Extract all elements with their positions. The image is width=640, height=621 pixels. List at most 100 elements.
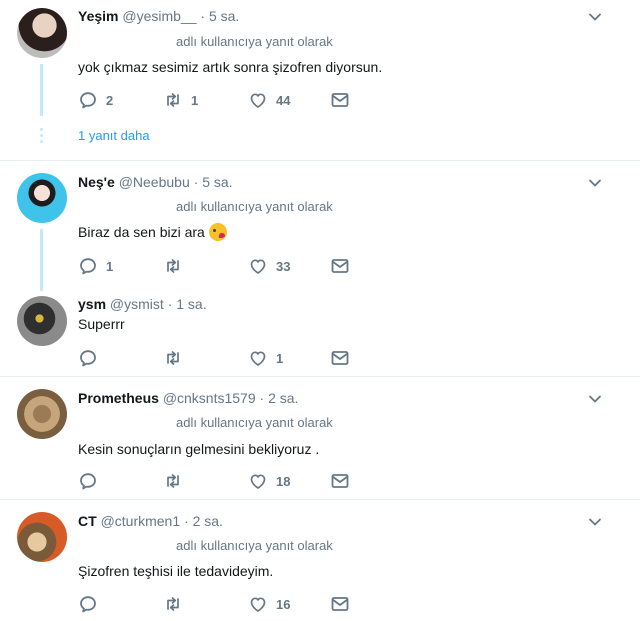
retweet-button[interactable]: 1 [163,90,198,110]
reply-button[interactable] [78,594,106,614]
user-name[interactable]: Yeşim [78,8,118,24]
chevron-down-icon[interactable] [588,515,602,529]
reply-button[interactable] [78,471,106,491]
like-button[interactable]: 33 [248,256,290,276]
reply-context[interactable]: adlı kullanıcıya yanıt olarak [176,34,333,49]
user-handle[interactable]: @cturkmen1 [101,513,181,529]
reply-icon [78,90,98,110]
avatar[interactable] [17,512,67,562]
retweet-icon [163,90,183,110]
tweet-actions: 2 1 44 [78,90,378,110]
user-handle[interactable]: @yesimb__ [122,8,196,24]
reply-icon [78,348,98,368]
thread-line [40,229,43,291]
tweet-text: Kesin sonuçların gelmesini bekliyoruz . [78,441,320,457]
direct-message-icon [330,256,350,276]
tweet[interactable]: CT @cturkmen1 · 2 sa. adlı kullanıcıya y… [0,500,640,621]
tweet[interactable]: Prometheus @cnksnts1579 · 2 sa. adlı kul… [0,377,640,497]
reply-button[interactable] [78,348,106,368]
retweet-icon [163,471,183,491]
direct-message-icon [330,348,350,368]
separator-dot: · [200,8,206,24]
chevron-down-icon[interactable] [588,10,602,24]
direct-message-icon [330,471,350,491]
tweet-header: Prometheus @cnksnts1579 · 2 sa. [78,390,298,406]
like-button[interactable]: 1 [248,348,283,368]
avatar[interactable] [17,389,67,439]
tweet-header: Yeşim @yesimb__ · 5 sa. [78,8,239,24]
more-replies-link[interactable]: 1 yanıt daha [78,128,150,143]
tweet-text: Şizofren teşhisi ile tedavideyim. [78,563,274,579]
retweet-button[interactable] [163,348,191,368]
reply-count: 1 [106,258,114,274]
direct-message-button[interactable] [330,90,350,110]
reply-icon [78,471,98,491]
chevron-down-icon[interactable] [588,392,602,406]
reply-context[interactable]: adlı kullanıcıya yanıt olarak [176,538,333,553]
retweet-icon [163,594,183,614]
reply-button[interactable]: 1 [78,256,113,276]
tweet-text: Biraz da sen bizi ara [78,223,227,241]
direct-message-button[interactable] [330,348,350,368]
like-icon [248,256,268,276]
retweet-count: 1 [191,92,199,108]
timestamp[interactable]: 1 sa. [176,296,206,312]
avatar[interactable] [17,173,67,223]
separator-dot: · [167,296,173,312]
like-count: 1 [276,350,284,366]
tweet[interactable]: ysm @ysmist · 1 sa. Superrr 1 [0,288,640,372]
retweet-icon [163,256,183,276]
like-icon [248,594,268,614]
user-name[interactable]: Prometheus [78,390,159,406]
user-handle[interactable]: @Neebubu [119,174,190,190]
reply-button[interactable]: 2 [78,90,113,110]
tweet-text: Superrr [78,316,125,332]
reply-context[interactable]: adlı kullanıcıya yanıt olarak [176,199,333,214]
tweet-text-content: Biraz da sen bizi ara [78,224,205,240]
tweet[interactable]: Neş'e @Neebubu · 5 sa. adlı kullanıcıya … [0,161,640,291]
separator-dot: · [184,513,189,529]
separator-dot: · [259,390,265,406]
tweet-actions: 16 [78,594,378,614]
avatar[interactable] [17,8,67,58]
user-handle[interactable]: @cnksnts1579 [163,390,256,406]
like-count: 33 [276,258,291,274]
user-name[interactable]: Neş'e [78,174,115,190]
like-count: 16 [276,596,291,612]
user-handle[interactable]: @ysmist [110,296,164,312]
tweet-text: yok çıkmaz sesimiz artık sonra şizofren … [78,59,383,75]
reply-context[interactable]: adlı kullanıcıya yanıt olarak [176,415,333,430]
like-button[interactable]: 44 [248,90,290,110]
direct-message-button[interactable] [330,594,350,614]
direct-message-button[interactable] [330,471,350,491]
retweet-icon [163,348,183,368]
retweet-button[interactable] [163,256,191,276]
timestamp[interactable]: 2 sa. [193,513,223,529]
tweet-header: CT @cturkmen1 · 2 sa. [78,513,223,529]
like-icon [248,348,268,368]
tweet-header: ysm @ysmist · 1 sa. [78,296,207,312]
tweet-actions: 1 [78,348,378,368]
like-button[interactable]: 18 [248,471,290,491]
like-button[interactable]: 16 [248,594,290,614]
separator-dot: · [193,174,199,190]
like-icon [248,90,268,110]
user-name[interactable]: ysm [78,296,106,312]
timestamp[interactable]: 2 sa. [268,390,298,406]
tweet-actions: 1 33 [78,256,378,276]
user-name[interactable]: CT [78,513,97,529]
thread-line [40,64,43,116]
chevron-down-icon[interactable] [588,176,602,190]
kiss-emoji-icon [208,223,227,241]
tweet[interactable]: Yeşim @yesimb__ · 5 sa. adlı kullanıcıya… [0,0,640,160]
direct-message-button[interactable] [330,256,350,276]
timestamp[interactable]: 5 sa. [202,174,232,190]
reply-count: 2 [106,92,114,108]
thread-more-indicator [40,128,43,146]
tweet-actions: 18 [78,471,378,491]
like-count: 18 [276,473,291,489]
avatar[interactable] [17,296,67,346]
retweet-button[interactable] [163,471,191,491]
retweet-button[interactable] [163,594,191,614]
timestamp[interactable]: 5 sa. [209,8,239,24]
